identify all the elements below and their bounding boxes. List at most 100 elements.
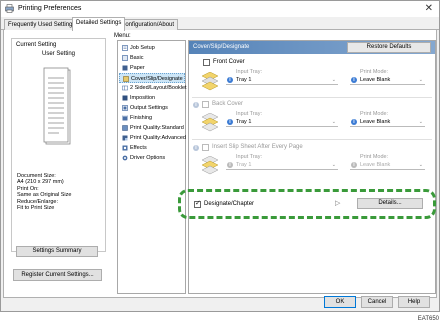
front-cover-print-mode-select[interactable]: i Leave Blank ⌄ (350, 76, 425, 85)
front-cover-print-mode-label: Print Mode: (360, 69, 389, 75)
menu-item-label: Job Setup (130, 45, 155, 51)
menu-item-output-settings[interactable]: Output Settings (119, 103, 185, 113)
ok-button[interactable]: OK (324, 296, 356, 308)
menu-item-label: Print Quality:Standard (130, 125, 184, 131)
menu-item-finishing[interactable]: Finishing (119, 113, 185, 123)
slip-sheet-stack-icon (202, 156, 218, 175)
document-preview-icon (43, 67, 71, 145)
select-value: Tray 1 (236, 119, 252, 125)
menu-item-paper[interactable]: Paper (119, 63, 185, 73)
slip-sheet-label: Insert Slip Sheet After Every Page (212, 144, 303, 150)
info-icon: i (193, 145, 199, 151)
info-icon: i (227, 162, 233, 168)
menu-item-2-sided-layout-booklet[interactable]: 2 Sided/Layout/Booklet (119, 83, 187, 93)
effects-icon (122, 145, 128, 151)
current-setting-subtitle: User Setting (41, 51, 75, 57)
tab-frequently-used-settings[interactable]: Frequently Used Settings (4, 19, 80, 30)
menu-item-label: Imposition (130, 95, 156, 101)
menu-item-label: Driver Options (130, 155, 166, 161)
menu-item-label: 2 Sided/Layout/Booklet (130, 85, 187, 91)
menu-item-cover-slip-designate[interactable]: Cover/Slip/Designate (119, 73, 185, 83)
back-cover-print-mode-label: Print Mode: (360, 111, 389, 117)
details-button[interactable]: Details... (357, 198, 423, 209)
chevron-down-icon: ⌄ (418, 77, 423, 83)
chevron-down-icon: ⌄ (331, 77, 336, 83)
current-setting-group: Current Setting User Setting Document Si… (11, 38, 106, 252)
close-icon[interactable]: ✕ (425, 3, 433, 14)
menu-item-label: Basic (130, 55, 144, 61)
front-cover-label: Front Cover (213, 59, 245, 65)
output-settings-icon (122, 105, 128, 111)
menu-item-basic[interactable]: Basic (119, 53, 185, 63)
help-button[interactable]: Help (398, 296, 430, 308)
menu-item-effects[interactable]: Effects (119, 143, 185, 153)
print-quality-standard-icon (122, 125, 128, 131)
basic-icon (122, 55, 128, 61)
print-quality-advanced-icon (122, 135, 128, 141)
menu-item-imposition[interactable]: Imposition (119, 93, 185, 103)
select-value: Tray 1 (236, 162, 252, 168)
current-setting-title: Current Setting (16, 42, 57, 48)
back-cover-checkbox[interactable] (202, 101, 209, 108)
menu-label: Menu: (114, 33, 131, 39)
tab-detailed-settings[interactable]: Detailed Settings (72, 17, 126, 31)
designate-chapter-checkbox[interactable] (194, 200, 201, 208)
back-cover-print-mode-select[interactable]: i Leave Blank ⌄ (350, 118, 425, 127)
menu-item-label: Effects (130, 145, 147, 151)
menu-item-job-setup[interactable]: Job Setup (119, 43, 185, 53)
menu-list: Job Setup Basic Paper Cover/Slip/Designa… (117, 40, 187, 294)
menu-item-driver-options[interactable]: Driver Options (119, 153, 185, 163)
play-arrow-icon: ▷ (335, 200, 341, 207)
menu-item-print-quality-standard[interactable]: Print Quality:Standard (119, 123, 185, 133)
printing-preferences-window: Printing Preferences ✕ Frequently Used S… (0, 0, 440, 312)
current-setting-info: Document Size: A4 (210 x 297 mm) Print O… (17, 173, 71, 211)
select-value: Leave Blank (360, 162, 391, 168)
menu-item-label: Output Settings (130, 105, 168, 111)
select-value: Tray 1 (236, 77, 252, 83)
info-icon: i (351, 162, 357, 168)
menu-item-print-quality-advanced[interactable]: Print Quality:Advanced (119, 133, 186, 143)
restore-defaults-button[interactable]: Restore Defaults (347, 42, 431, 53)
cancel-button[interactable]: Cancel (361, 296, 393, 308)
slip-sheet-print-mode-label: Print Mode: (360, 154, 389, 160)
panel-title: Cover/Slip/Designate (193, 44, 250, 50)
gear-icon (122, 155, 128, 161)
menu-item-label: Paper (130, 65, 145, 71)
figure-label: EAT650 (417, 316, 439, 322)
chevron-down-icon: ⌄ (331, 162, 336, 168)
info-icon: i (193, 102, 199, 108)
slip-sheet-print-mode-select[interactable]: i Leave Blank ⌄ (350, 161, 425, 170)
back-cover-input-tray-select[interactable]: i Tray 1 ⌄ (226, 118, 338, 127)
register-current-settings-button[interactable]: Register Current Settings... (13, 269, 102, 281)
info-icon: i (227, 77, 233, 83)
window-title: Printing Preferences (18, 5, 82, 12)
cover-icon (123, 76, 129, 82)
chevron-down-icon: ⌄ (331, 119, 336, 125)
slip-sheet-input-tray-select[interactable]: i Tray 1 ⌄ (226, 161, 338, 170)
info-line: Fit to Print Size (17, 205, 55, 212)
finishing-icon (122, 115, 128, 121)
info-icon: i (351, 77, 357, 83)
panel-header: Cover/Slip/Designate Restore Defaults (189, 41, 435, 54)
settings-panel: Cover/Slip/Designate Restore Defaults Fr… (188, 40, 436, 294)
info-line: A4 (210 x 297 mm) (17, 179, 64, 186)
settings-summary-button[interactable]: Settings Summary (16, 246, 98, 257)
front-cover-checkbox[interactable] (203, 59, 210, 66)
slip-sheet-checkbox[interactable] (202, 144, 209, 151)
info-icon: i (351, 119, 357, 125)
select-value: Leave Blank (360, 77, 391, 83)
designate-chapter-label: Designate/Chapter (204, 201, 255, 207)
back-cover-stack-icon (202, 113, 218, 132)
back-cover-input-tray-label: Input Tray: (236, 111, 262, 117)
tab-configuration-about[interactable]: Configuration/About (117, 19, 179, 30)
tab-content: Current Setting User Setting Document Si… (3, 30, 437, 298)
title-bar: Printing Preferences ✕ (1, 1, 439, 17)
select-value: Leave Blank (360, 119, 391, 125)
two-sided-icon (122, 85, 128, 91)
chevron-down-icon: ⌄ (418, 119, 423, 125)
front-cover-input-tray-select[interactable]: i Tray 1 ⌄ (226, 76, 338, 85)
info-icon: i (227, 119, 233, 125)
menu-item-label: Print Quality:Advanced (130, 135, 186, 141)
front-cover-input-tray-label: Input Tray: (236, 69, 262, 75)
job-setup-icon (122, 45, 128, 51)
